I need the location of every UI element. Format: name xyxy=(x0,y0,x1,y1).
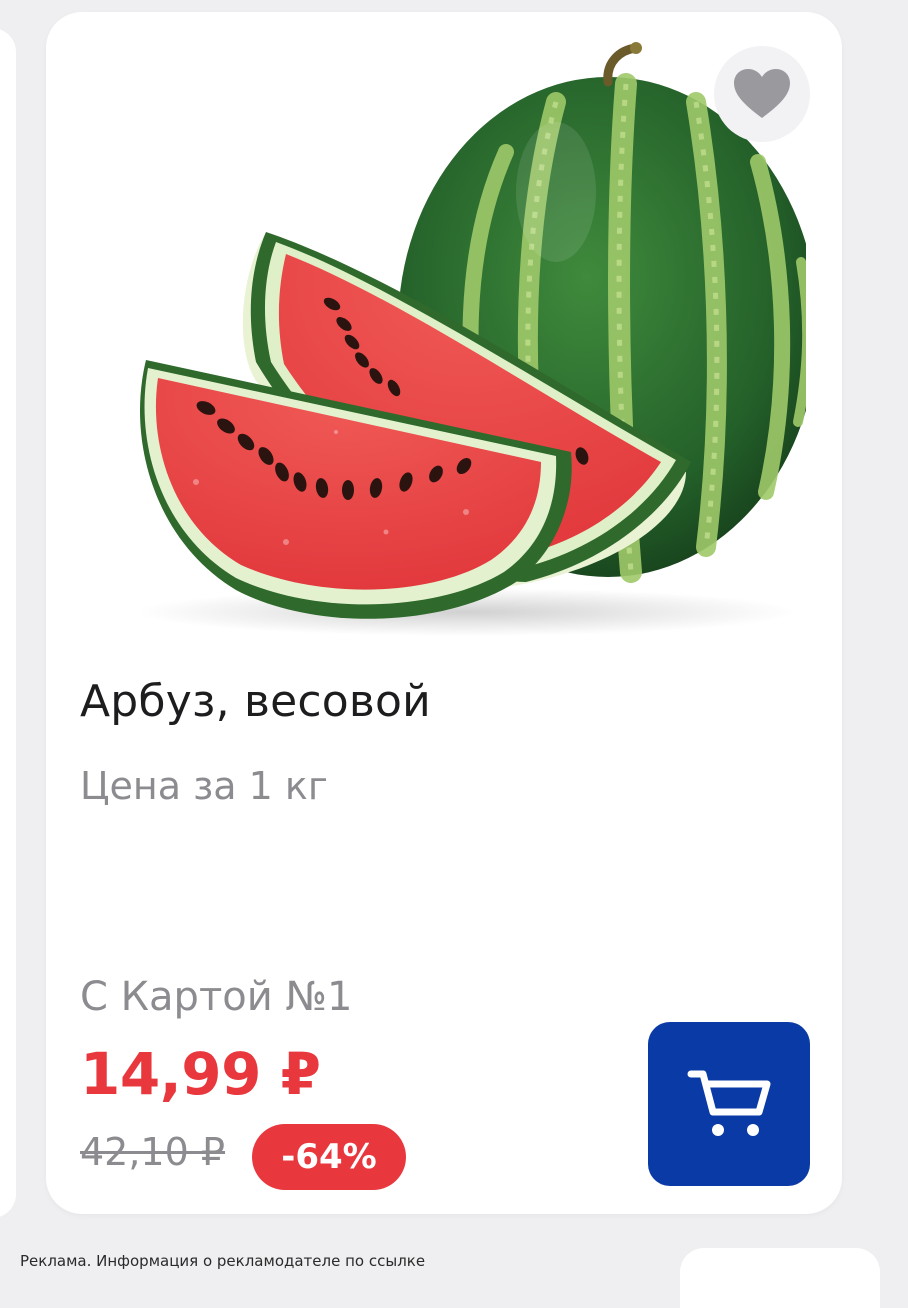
product-image xyxy=(136,42,806,636)
discount-badge: -64% xyxy=(252,1124,406,1190)
next-card-edge xyxy=(680,1248,880,1308)
product-title: Арбуз, весовой xyxy=(80,676,431,727)
current-price: 14,99 ₽ xyxy=(80,1040,321,1108)
heart-icon xyxy=(734,69,790,118)
old-price: 42,10 ₽ xyxy=(80,1130,226,1174)
price-unit-note: Цена за 1 кг xyxy=(80,764,328,808)
loyalty-card-label: С Картой №1 xyxy=(80,974,353,1020)
product-card[interactable]: Арбуз, весовой Цена за 1 кг С Картой №1 … xyxy=(46,12,842,1214)
add-to-cart-button[interactable] xyxy=(648,1022,810,1186)
previous-card-edge xyxy=(0,28,16,1218)
ad-disclaimer[interactable]: Реклама. Информация о рекламодателе по с… xyxy=(20,1252,425,1270)
favorite-button[interactable] xyxy=(714,46,810,142)
cart-icon xyxy=(687,1070,771,1136)
